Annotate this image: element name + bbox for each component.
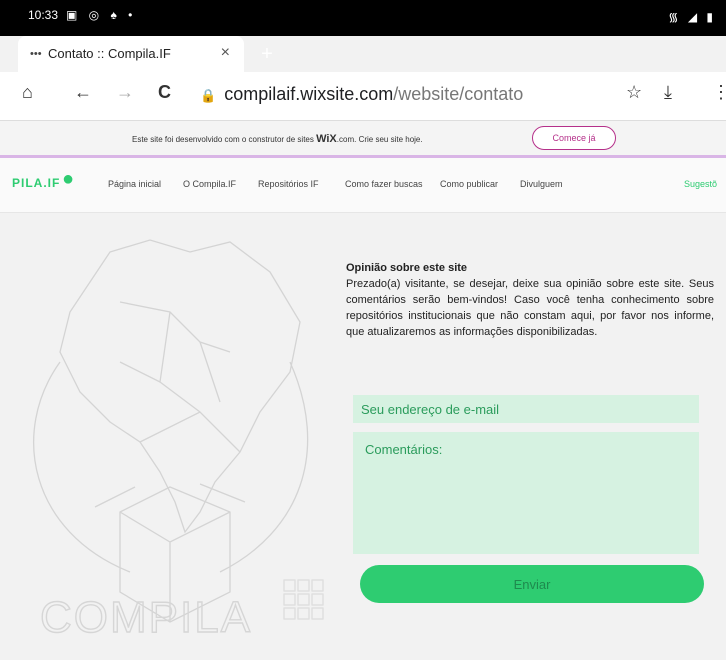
wix-banner-text: Este site foi desenvolvido com o constru… <box>132 133 423 145</box>
brazil-map-illustration: COMPILA <box>33 239 324 643</box>
tab-title: Contato :: Compila.IF <box>48 46 171 61</box>
browser-toolbar: ⌂ ← → C 🔒 compilaif.wixsite.com/website/c… <box>0 72 726 121</box>
nav-about[interactable]: O Compila.IF <box>183 179 236 189</box>
email-field[interactable] <box>353 395 699 423</box>
site-logo[interactable]: PILA.IF <box>12 176 60 190</box>
browser-tab[interactable]: ••• Contato :: Compila.IF × <box>18 36 244 72</box>
lock-icon: 🔒 <box>200 88 217 103</box>
nav-search-howto[interactable]: Como fazer buscas <box>345 179 423 189</box>
favicon-icon: ••• <box>30 48 42 60</box>
status-time: 10:33 <box>28 8 59 22</box>
address-bar[interactable]: 🔒 compilaif.wixsite.com/website/contato <box>200 84 523 105</box>
url-path: /website/contato <box>393 84 524 104</box>
feedback-intro: Opinião sobre este site Prezado(a) visit… <box>346 260 714 340</box>
close-tab-icon[interactable]: × <box>221 44 230 62</box>
compila-watermark: COMPILA <box>40 593 252 642</box>
submit-button[interactable]: Enviar <box>360 565 704 603</box>
wix-banner: Este site foi desenvolvido com o constru… <box>0 121 726 158</box>
start-now-button[interactable]: Comece já <box>532 126 616 150</box>
notification-icons: ▣ ◎ ♠ • <box>66 8 137 22</box>
star-icon[interactable]: ☆ <box>626 82 642 103</box>
site-nav: PILA.IF ● Página inicial O Compila.IF Re… <box>0 158 726 213</box>
nav-repositories[interactable]: Repositórios IF <box>258 179 319 189</box>
signal-battery-icons: ᯾ ◢ ▮ <box>668 10 716 24</box>
status-bar: 10:33 ▣ ◎ ♠ • ᯾ ◢ ▮ <box>0 0 726 36</box>
menu-icon[interactable]: ⋮ <box>712 82 726 103</box>
reload-icon[interactable]: C <box>158 82 171 103</box>
url-domain: compilaif.wixsite.com <box>224 84 394 104</box>
page-heading: Opinião sobre este site <box>346 262 468 274</box>
wix-brand: WiX <box>316 133 337 145</box>
comments-field[interactable] <box>353 432 699 554</box>
home-icon[interactable]: ⌂ <box>22 82 33 103</box>
nav-suggestions[interactable]: Sugestõ <box>684 179 717 189</box>
nav-home[interactable]: Página inicial <box>108 179 161 189</box>
nav-share[interactable]: Divulguem <box>520 179 563 189</box>
intro-paragraph: Prezado(a) visitante, se desejar, deixe … <box>346 278 714 338</box>
forward-icon[interactable]: → <box>116 82 134 103</box>
download-icon[interactable]: ⤓ <box>664 82 672 103</box>
back-icon[interactable]: ← <box>74 82 92 103</box>
nav-publish-howto[interactable]: Como publicar <box>440 179 498 189</box>
new-tab-button[interactable]: + <box>252 36 282 72</box>
lightbulb-logo-icon: ● <box>62 168 75 190</box>
